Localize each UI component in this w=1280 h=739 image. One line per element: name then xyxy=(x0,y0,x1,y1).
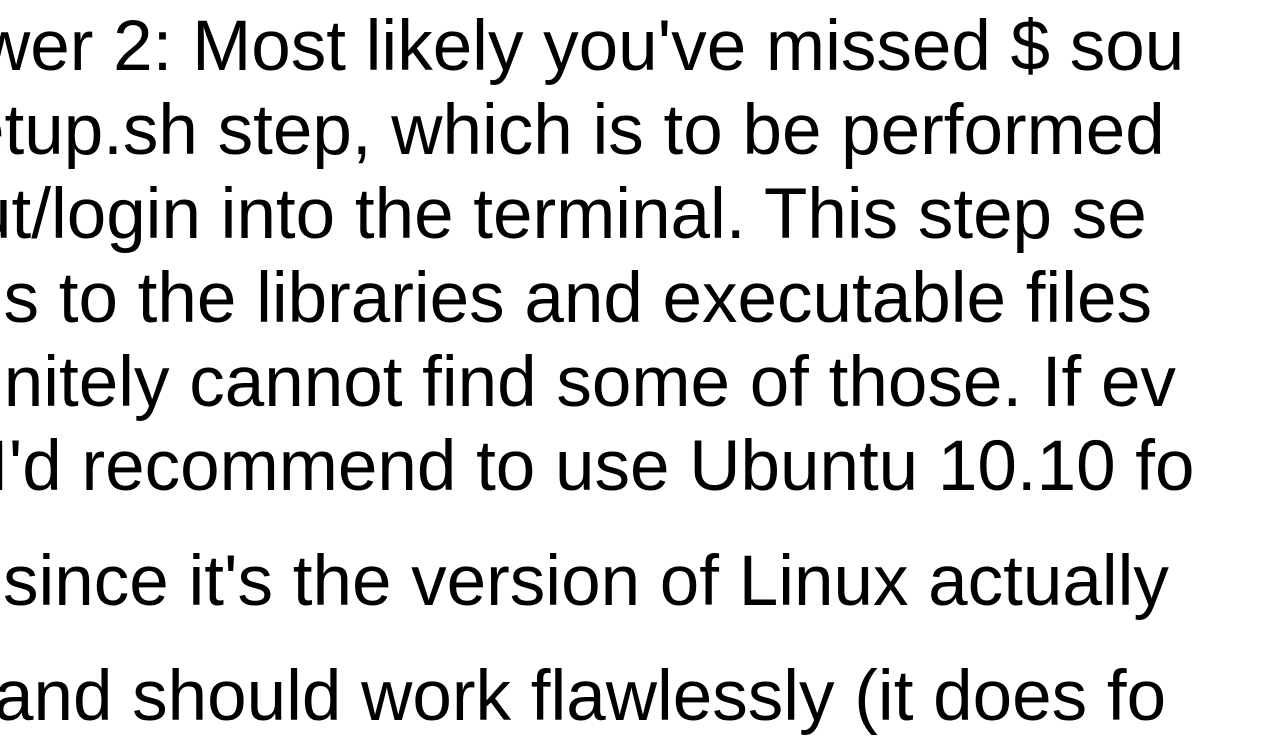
body-line-3: ut/login into the terminal. This step se xyxy=(0,173,1147,257)
body-line-2: etup.sh step, which is to be performed xyxy=(0,89,1165,173)
body-line-1: wer 2: Most likely you've missed $ sou xyxy=(0,5,1184,89)
body-line-8: and should work flawlessly (it does fo xyxy=(0,655,1166,739)
body-line-6: I'd recommend to use Ubuntu 10.10 fo xyxy=(0,425,1195,509)
body-line-5: initely cannot find some of those. If ev xyxy=(0,341,1176,425)
body-line-7: since it's the version of Linux actually xyxy=(3,540,1169,624)
body-line-4: hs to the libraries and executable files xyxy=(0,257,1152,341)
